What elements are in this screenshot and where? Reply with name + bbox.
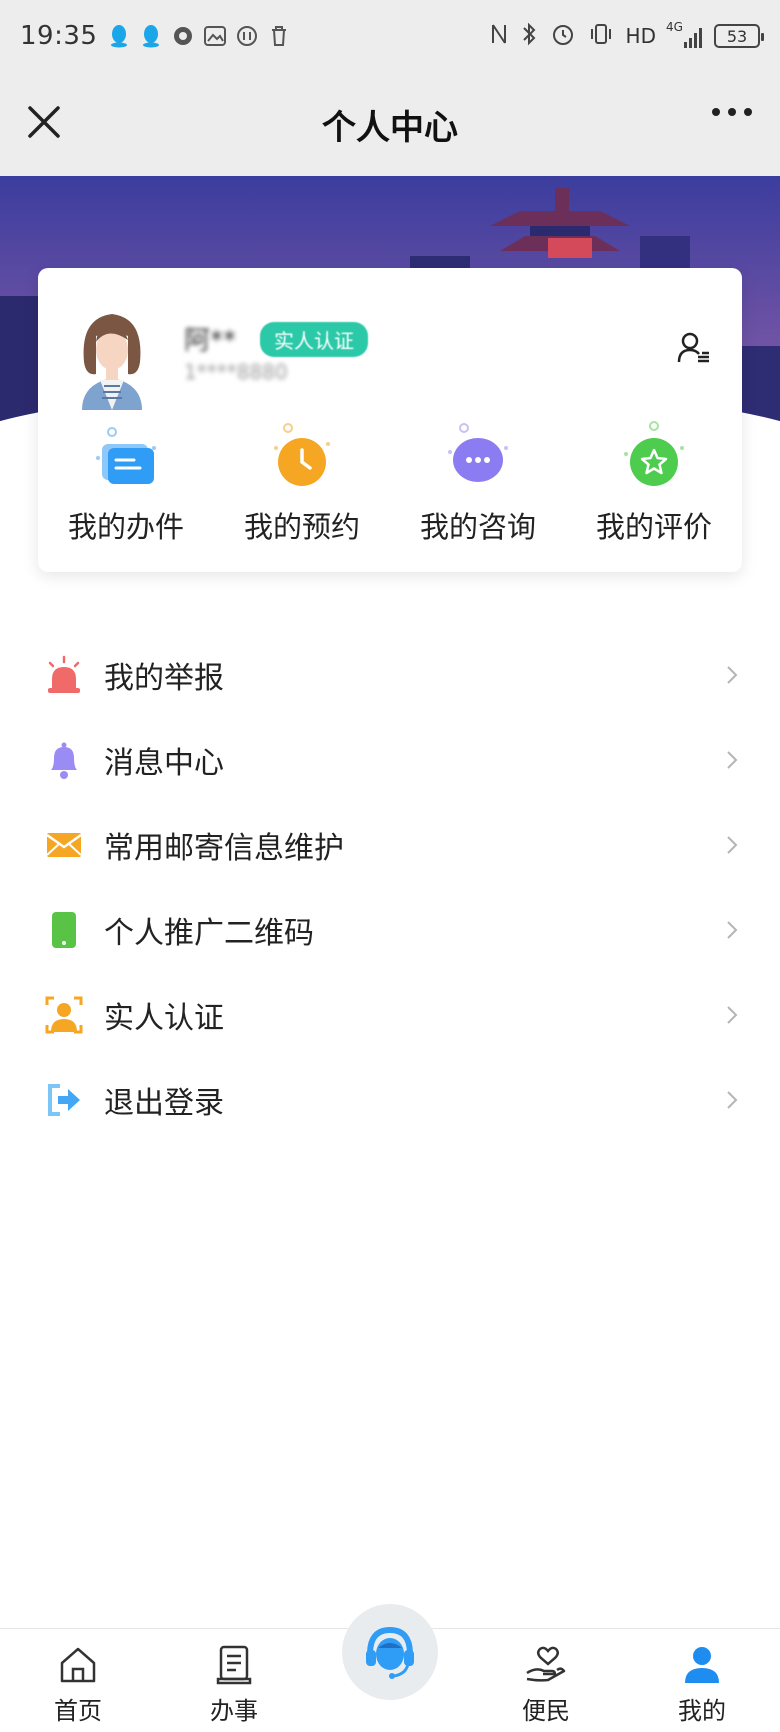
- phone-icon: [44, 910, 84, 950]
- page-title: 个人中心: [322, 107, 458, 148]
- network-type: HD: [625, 24, 656, 48]
- menu-item-reports[interactable]: 我的举报: [0, 632, 780, 717]
- face-id-icon: [44, 995, 84, 1035]
- more-icon[interactable]: [712, 108, 752, 116]
- document-icon: [216, 1645, 252, 1685]
- home-icon: [60, 1647, 96, 1683]
- siren-icon: [44, 655, 84, 695]
- quick-action-label: 我的评价: [595, 510, 712, 544]
- signal-icon: 4G: [666, 20, 702, 48]
- tab-label: 首页: [54, 1697, 102, 1725]
- quick-action-consults[interactable]: 我的咨询: [390, 418, 566, 546]
- customer-service-icon: [366, 1626, 414, 1679]
- tab-label: 我的: [678, 1697, 726, 1725]
- tab-convenience[interactable]: 便民: [468, 1629, 624, 1732]
- quick-actions: 我的办件 我的预约 我的咨询 我的评价: [38, 418, 742, 546]
- qq-icon: [107, 24, 131, 48]
- chevron-right-icon: [727, 1005, 738, 1024]
- menu-item-mailing-info[interactable]: 常用邮寄信息维护: [0, 802, 780, 887]
- clock-icon: [274, 423, 330, 486]
- profile-card: 阿** 实人认证 1****8880 我的办件 我的预约 我的咨询 我的评价: [38, 268, 742, 572]
- bluetooth-icon: [520, 21, 538, 52]
- user-icon: [685, 1647, 719, 1683]
- tab-mine[interactable]: 我的: [624, 1629, 780, 1732]
- battery-level: 53: [726, 26, 748, 46]
- trash-icon: [267, 24, 291, 48]
- profile-settings-icon[interactable]: [676, 330, 712, 366]
- menu-item-messages[interactable]: 消息中心: [0, 717, 780, 802]
- alarm-icon: [550, 21, 576, 52]
- user-name: 阿**: [184, 326, 237, 356]
- quick-action-reviews[interactable]: 我的评价: [566, 418, 742, 546]
- menu-list: 我的举报 消息中心 常用邮寄信息维护 个人推广二维码 实人认证 退出登录: [0, 632, 780, 1142]
- chevron-right-icon: [727, 835, 738, 854]
- battery-icon: 53: [714, 24, 764, 48]
- folder-icon: [96, 427, 156, 484]
- signal-label: 4G: [666, 20, 683, 34]
- heart-hand-icon: [526, 1646, 566, 1682]
- status-time: 19:35: [20, 21, 98, 51]
- menu-item-label: 退出登录: [104, 1085, 224, 1121]
- quick-action-label: 我的咨询: [419, 510, 536, 544]
- notification-icons: [107, 24, 291, 48]
- user-phone: 1****8880: [184, 360, 288, 384]
- bell-icon: [44, 740, 84, 780]
- quick-action-cases[interactable]: 我的办件: [38, 418, 214, 546]
- quick-action-label: 我的办件: [67, 510, 184, 544]
- chevron-right-icon: [727, 1090, 738, 1109]
- menu-item-label: 实人认证: [104, 1000, 224, 1036]
- logout-icon: [44, 1080, 84, 1120]
- vibrate-icon: [588, 21, 614, 52]
- menu-item-label: 我的举报: [104, 660, 224, 696]
- star-icon: [624, 421, 684, 486]
- image-icon: [203, 24, 227, 48]
- menu-item-label: 消息中心: [104, 745, 224, 781]
- quick-action-label: 我的预约: [243, 510, 360, 544]
- chevron-right-icon: [727, 665, 738, 684]
- nfc-icon: [490, 21, 508, 52]
- verify-badge: 实人认证: [260, 322, 368, 357]
- tab-home[interactable]: 首页: [0, 1629, 156, 1732]
- chevron-right-icon: [727, 750, 738, 769]
- menu-item-identity-verify[interactable]: 实人认证: [0, 972, 780, 1057]
- tab-label: 办事: [210, 1697, 258, 1725]
- close-icon[interactable]: [24, 102, 64, 142]
- envelope-icon: [44, 825, 84, 865]
- app-icon: [171, 24, 195, 48]
- chevron-right-icon: [727, 920, 738, 939]
- status-bar: 19:35 HD 4G 53: [0, 0, 780, 72]
- system-icons: HD 4G 53: [490, 20, 764, 52]
- menu-item-label: 常用邮寄信息维护: [104, 830, 344, 866]
- menu-item-qrcode[interactable]: 个人推广二维码: [0, 887, 780, 972]
- chat-icon: [448, 423, 508, 482]
- menu-item-logout[interactable]: 退出登录: [0, 1057, 780, 1142]
- tab-label: 便民: [522, 1697, 570, 1725]
- qq-icon: [139, 24, 163, 48]
- customer-service-button[interactable]: [342, 1604, 438, 1700]
- tab-services[interactable]: 办事: [156, 1629, 312, 1732]
- menu-item-label: 个人推广二维码: [104, 915, 314, 951]
- avatar[interactable]: [72, 306, 152, 410]
- sync-icon: [235, 24, 259, 48]
- quick-action-appointments[interactable]: 我的预约: [214, 418, 390, 546]
- nav-bar: 个人中心: [0, 72, 780, 176]
